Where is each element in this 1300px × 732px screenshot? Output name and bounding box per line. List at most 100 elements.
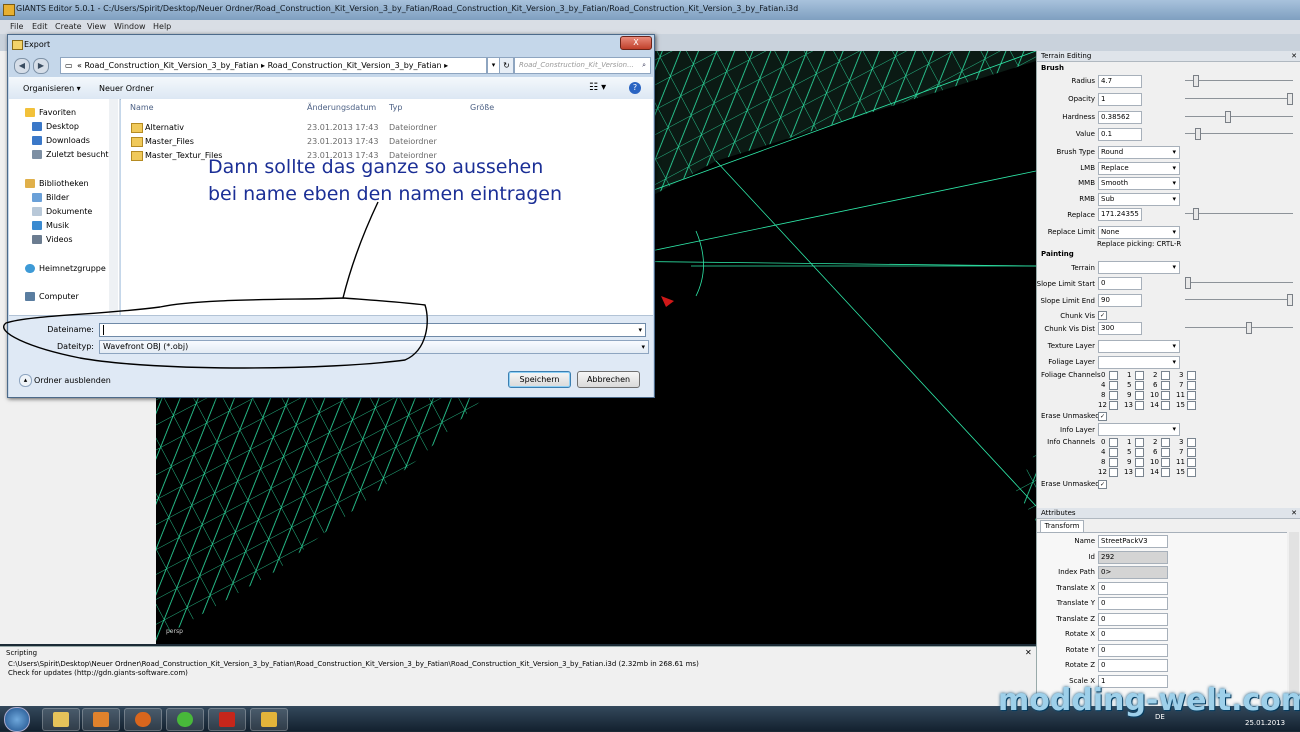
radius-slider-knob[interactable] — [1193, 75, 1199, 87]
channel-checkbox[interactable] — [1161, 381, 1170, 390]
channel-checkbox[interactable] — [1161, 458, 1170, 467]
start-button[interactable] — [4, 707, 30, 732]
value-slider[interactable] — [1185, 128, 1293, 140]
value-slider-knob[interactable] — [1195, 128, 1201, 140]
slope-end-knob[interactable] — [1287, 294, 1293, 306]
attribute-field[interactable]: 0 — [1098, 612, 1168, 626]
brushtype-dropdown[interactable]: Round — [1098, 146, 1180, 159]
breadcrumb[interactable]: « Road_Construction_Kit_Version_3_by_Fat… — [77, 58, 448, 73]
chunk-dist-field[interactable]: 300 — [1098, 322, 1142, 335]
attribute-field[interactable]: StreetPackV3 — [1098, 535, 1168, 548]
channel-checkbox[interactable] — [1161, 371, 1170, 380]
chunk-dist-slider[interactable] — [1185, 322, 1293, 334]
slope-end-field[interactable]: 90 — [1098, 294, 1142, 307]
info-layer-dropdown[interactable] — [1098, 423, 1180, 436]
attribute-field[interactable]: 292 — [1098, 550, 1168, 564]
view-options-icon[interactable]: ☷ ▾ — [589, 82, 606, 93]
taskbar-explorer[interactable] — [42, 708, 80, 731]
close-icon[interactable]: ✕ — [1291, 52, 1297, 60]
slope-end-slider[interactable] — [1185, 294, 1293, 306]
hardness-slider[interactable] — [1185, 111, 1293, 123]
channel-checkbox[interactable] — [1135, 401, 1144, 410]
column-date[interactable]: Änderungsdatum — [307, 103, 376, 112]
menu-window[interactable]: Window — [114, 22, 146, 31]
column-name[interactable]: Name — [130, 103, 154, 112]
attributes-scrollbar[interactable] — [1289, 532, 1299, 706]
file-row[interactable]: Master_Files 23.01.2013 17:43 Dateiordner — [121, 135, 641, 149]
opacity-slider[interactable] — [1185, 93, 1293, 105]
opacity-slider-knob[interactable] — [1287, 93, 1293, 105]
new-folder-button[interactable]: Neuer Ordner — [99, 84, 154, 93]
foliage-layer-dropdown[interactable] — [1098, 356, 1180, 369]
replacelimit-dropdown[interactable]: None — [1098, 226, 1180, 239]
mmb-dropdown[interactable]: Smooth — [1098, 177, 1180, 190]
replace-slider-knob[interactable] — [1193, 208, 1199, 220]
attribute-field[interactable]: 0 — [1098, 659, 1168, 672]
radius-field[interactable]: 4.7 — [1098, 75, 1142, 88]
taskbar-firefox[interactable] — [124, 708, 162, 731]
channel-checkbox[interactable] — [1109, 438, 1118, 447]
hardness-slider-knob[interactable] — [1225, 111, 1231, 123]
channel-checkbox[interactable] — [1187, 438, 1196, 447]
replace-field[interactable]: 171.24355 — [1098, 208, 1142, 221]
channel-checkbox[interactable] — [1161, 468, 1170, 477]
slope-start-knob[interactable] — [1185, 277, 1191, 289]
address-bar[interactable]: ▭ « Road_Construction_Kit_Version_3_by_F… — [60, 57, 487, 74]
channel-checkbox[interactable] — [1109, 401, 1118, 410]
file-row[interactable]: Alternativ 23.01.2013 17:43 Dateiordner — [121, 121, 641, 135]
slope-start-slider[interactable] — [1185, 277, 1293, 289]
nav-recent[interactable]: Zuletzt besucht — [32, 150, 109, 159]
rmb-dropdown[interactable]: Sub — [1098, 193, 1180, 206]
channel-checkbox[interactable] — [1187, 468, 1196, 477]
channel-checkbox[interactable] — [1109, 448, 1118, 457]
hardness-field[interactable]: 0.38562 — [1098, 111, 1142, 124]
attribute-field[interactable]: 0 — [1098, 581, 1168, 595]
channel-checkbox[interactable] — [1109, 381, 1118, 390]
channel-checkbox[interactable] — [1135, 448, 1144, 457]
channel-checkbox[interactable] — [1161, 448, 1170, 457]
chunk-vis-checkbox[interactable]: ✓ — [1098, 311, 1107, 320]
taskbar-icq[interactable] — [166, 708, 204, 731]
channel-checkbox[interactable] — [1161, 401, 1170, 410]
channel-checkbox[interactable] — [1187, 458, 1196, 467]
nav-downloads[interactable]: Downloads — [32, 136, 90, 145]
nav-favorites[interactable]: Favoriten — [25, 108, 76, 117]
channel-checkbox[interactable] — [1135, 438, 1144, 447]
attribute-field[interactable]: 0 — [1098, 597, 1168, 610]
refresh-icon[interactable]: ↻ — [499, 57, 514, 74]
dialog-close-button[interactable]: X — [620, 36, 652, 50]
nav-desktop[interactable]: Desktop — [32, 122, 79, 131]
channel-checkbox[interactable] — [1187, 371, 1196, 380]
terrain-dropdown[interactable] — [1098, 261, 1180, 274]
channel-checkbox[interactable] — [1109, 391, 1118, 400]
menu-create[interactable]: Create — [55, 22, 82, 31]
menu-help[interactable]: Help — [153, 22, 171, 31]
replace-slider[interactable] — [1185, 208, 1293, 220]
channel-checkbox[interactable] — [1187, 448, 1196, 457]
texture-layer-dropdown[interactable] — [1098, 340, 1180, 353]
radius-slider[interactable] — [1185, 75, 1293, 87]
channel-checkbox[interactable] — [1109, 468, 1118, 477]
channel-checkbox[interactable] — [1109, 458, 1118, 467]
clock-date[interactable]: 25.01.2013 — [1245, 719, 1285, 727]
close-icon[interactable]: ✕ — [1025, 648, 1032, 657]
search-input[interactable]: Road_Construction_Kit_Version... ⌕ — [514, 57, 651, 74]
lmb-dropdown[interactable]: Replace — [1098, 162, 1180, 175]
channel-checkbox[interactable] — [1187, 381, 1196, 390]
channel-checkbox[interactable] — [1161, 438, 1170, 447]
forward-button[interactable]: ▶ — [33, 58, 49, 74]
attribute-field[interactable]: 0 — [1098, 643, 1168, 657]
value-field[interactable]: 0.1 — [1098, 128, 1142, 141]
channel-checkbox[interactable] — [1135, 391, 1144, 400]
slope-start-field[interactable]: 0 — [1098, 277, 1142, 290]
column-type[interactable]: Typ — [389, 103, 402, 112]
attribute-field[interactable]: 0 — [1098, 628, 1168, 641]
channel-checkbox[interactable] — [1135, 458, 1144, 467]
save-button[interactable]: Speichern — [508, 371, 571, 388]
close-icon[interactable]: ✕ — [1291, 509, 1297, 517]
chevron-down-icon[interactable]: ▾ — [638, 324, 642, 336]
opacity-field[interactable]: 1 — [1098, 93, 1142, 106]
channel-checkbox[interactable] — [1161, 391, 1170, 400]
column-size[interactable]: Größe — [470, 103, 494, 112]
channel-checkbox[interactable] — [1135, 468, 1144, 477]
